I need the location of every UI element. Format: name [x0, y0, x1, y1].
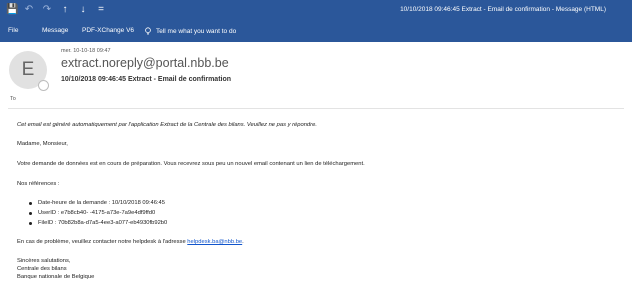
body-paragraph: Votre demande de données est en cours de… — [17, 161, 365, 167]
lightbulb-icon — [145, 27, 151, 35]
message-date: mer. 10-10-18 09:47 — [61, 48, 111, 54]
tab-message[interactable]: Message — [42, 27, 68, 34]
message-subject: 10/10/2018 09:46:45 Extract - Email de c… — [61, 76, 232, 83]
signature-line-2: Banque nationale de Belgique — [17, 274, 95, 280]
helpdesk-prefix: En cas de problème, veuillez contacter n… — [17, 239, 188, 245]
down-arrow-icon[interactable]: ↓ — [78, 4, 88, 16]
header-divider — [8, 108, 624, 109]
auto-notice: Cet email est généré automatiquement par… — [17, 122, 317, 128]
customize-icon[interactable]: = — [96, 4, 106, 16]
presence-status-icon — [38, 80, 49, 91]
closing: Sincères salutations, — [17, 258, 71, 264]
message-header: E mer. 10-10-18 09:47 extract.noreply@po… — [0, 42, 632, 108]
tell-me-label: Tell me what you want to do — [156, 27, 237, 35]
bullet-icon — [29, 212, 32, 215]
bullet-icon — [29, 222, 32, 225]
sender-address[interactable]: extract.noreply@portal.nbb.be — [61, 56, 229, 70]
up-arrow-icon[interactable]: ↑ — [60, 4, 70, 16]
greeting: Madame, Monsieur, — [17, 141, 68, 147]
undo-icon[interactable]: ↶ — [24, 4, 34, 16]
window-title: 10/10/2018 09:46:45 Extract - Email de c… — [400, 6, 606, 13]
redo-icon[interactable]: ↷ — [42, 4, 52, 16]
helpdesk-line: En cas de problème, veuillez contacter n… — [17, 238, 244, 246]
references-title: Nos références : — [17, 181, 60, 187]
save-icon[interactable]: 💾 — [6, 4, 18, 16]
tab-file[interactable]: File — [8, 27, 18, 34]
reference-item: FileID : 70b82b8a-d7a5-4ee3-a077-eb4930f… — [38, 220, 168, 226]
ribbon-tabs: File Message PDF-XChange V6 Tell me what… — [0, 22, 632, 42]
reference-item: UserID : e7b8cb40- -4175-a73e-7a9e4df9ff… — [38, 210, 156, 216]
tab-pdf-xchange[interactable]: PDF-XChange V6 — [82, 27, 134, 34]
quick-access-toolbar: 💾 ↶ ↷ ↑ ↓ = — [6, 4, 106, 16]
helpdesk-suffix: . — [242, 239, 244, 245]
signature-line-1: Centrale des bilans — [17, 266, 67, 272]
to-label: To — [10, 96, 16, 102]
bullet-icon — [29, 202, 32, 205]
helpdesk-email-link[interactable]: helpdesk.ba@nbb.be — [187, 239, 242, 245]
tell-me-box[interactable]: Tell me what you want to do — [144, 27, 236, 35]
title-bar: 💾 ↶ ↷ ↑ ↓ = 10/10/2018 09:46:45 Extract … — [0, 0, 632, 22]
reference-item: Date-heure de la demande : 10/10/2018 09… — [38, 200, 165, 206]
